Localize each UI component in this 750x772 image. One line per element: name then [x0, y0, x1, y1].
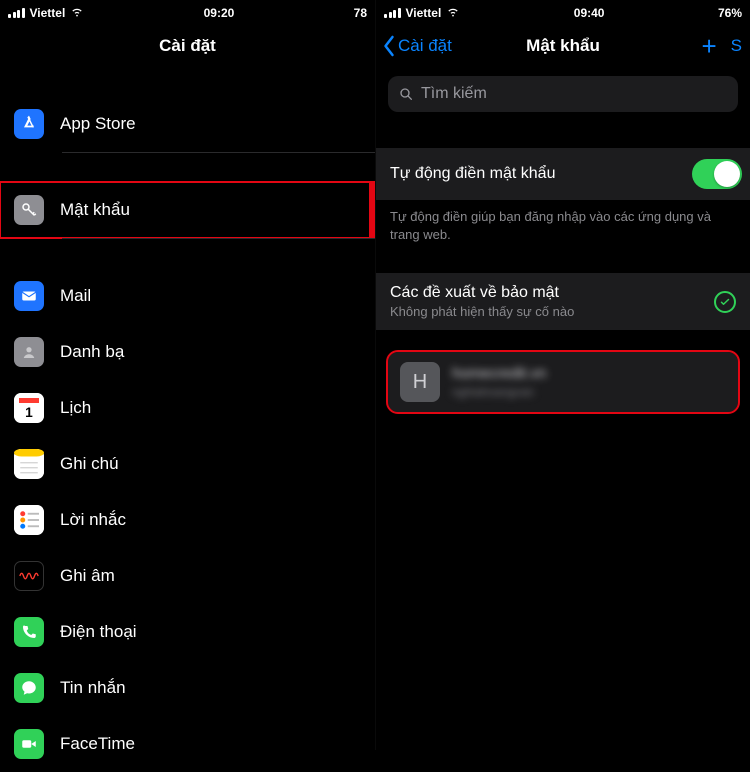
settings-row-calendar[interactable]: 1 Lịch	[0, 380, 375, 436]
wifi-icon	[446, 4, 460, 21]
status-bar: Viettel 09:40 76%	[376, 0, 750, 22]
status-time: 09:20	[84, 6, 353, 20]
autofill-footer: Tự động điền giúp bạn đăng nhập vào các …	[376, 200, 750, 243]
status-battery: 78	[354, 6, 367, 20]
entry-site: homecredit.vn	[452, 365, 546, 382]
row-label: Mật khẩu	[60, 200, 130, 220]
status-bar: Viettel 09:20 78	[0, 0, 375, 22]
page-title: Mật khẩu	[526, 36, 600, 56]
navbar: Cài đặt Mật khẩu + S	[376, 22, 750, 70]
row-label: Lịch	[60, 398, 91, 418]
autofill-label: Tự động điền mật khẩu	[390, 165, 692, 183]
signal-icon	[384, 8, 401, 18]
search-placeholder: Tìm kiếm	[421, 85, 487, 103]
settings-root-screen: Viettel 09:20 78 Cài đặt App Store Mật kh…	[0, 0, 375, 750]
carrier-label: Viettel	[406, 6, 442, 20]
status-time: 09:40	[460, 6, 718, 20]
row-label: Ghi âm	[60, 566, 115, 586]
mail-icon	[14, 281, 44, 311]
back-label: Cài đặt	[398, 36, 452, 56]
calendar-icon: 1	[14, 393, 44, 423]
recommend-title: Các đề xuất về bảo mật	[390, 284, 714, 302]
messages-icon	[14, 673, 44, 703]
settings-row-contacts[interactable]: Danh bạ	[0, 324, 375, 380]
autofill-section: Tự động điền mật khẩu	[376, 148, 750, 200]
entry-user: nghiahoangvan	[452, 385, 546, 399]
carrier-label: Viettel	[30, 6, 66, 20]
row-label: Điện thoại	[60, 622, 137, 642]
svg-text:1: 1	[25, 405, 33, 420]
settings-row-passwords[interactable]: Mật khẩu	[0, 182, 375, 238]
add-button[interactable]: +	[701, 33, 716, 59]
status-battery: 76%	[718, 6, 742, 20]
appstore-icon	[14, 109, 44, 139]
phone-icon	[14, 617, 44, 647]
checkmark-icon	[714, 291, 736, 313]
signal-icon	[8, 8, 25, 18]
row-label: Ghi chú	[60, 454, 119, 474]
settings-row-notes[interactable]: Ghi chú	[0, 436, 375, 492]
voicememo-icon	[14, 561, 44, 591]
row-label: Tin nhắn	[60, 678, 126, 698]
settings-row-mail[interactable]: Mail	[0, 268, 375, 324]
row-label: App Store	[60, 114, 136, 134]
search-input[interactable]: Tìm kiếm	[388, 76, 738, 112]
settings-row-voicememos[interactable]: Ghi âm	[0, 548, 375, 604]
edit-button[interactable]: S	[731, 36, 742, 56]
passwords-screen: Viettel 09:40 76% Cài đặt Mật khẩu + S T…	[375, 0, 750, 750]
page-title: Cài đặt	[159, 36, 216, 56]
settings-row-messages[interactable]: Tin nhắn	[0, 660, 375, 716]
settings-row-appstore[interactable]: App Store	[0, 96, 375, 152]
notes-icon	[14, 449, 44, 479]
search-icon	[398, 86, 414, 102]
settings-row-facetime[interactable]: FaceTime	[0, 716, 375, 772]
settings-row-reminders[interactable]: Lời nhắc	[0, 492, 375, 548]
entry-avatar: H	[400, 362, 440, 402]
settings-row-phone[interactable]: Điện thoại	[0, 604, 375, 660]
navbar: Cài đặt	[0, 22, 375, 70]
autofill-toggle-row[interactable]: Tự động điền mật khẩu	[376, 148, 750, 200]
contacts-icon	[14, 337, 44, 367]
security-recommendations-row[interactable]: Các đề xuất về bảo mật Không phát hiện t…	[376, 273, 750, 330]
row-label: Mail	[60, 286, 91, 306]
recommend-subtitle: Không phát hiện thấy sự cố nào	[390, 304, 714, 319]
back-button[interactable]: Cài đặt	[382, 35, 452, 57]
settings-list: App Store Mật khẩu Mail Danh bạ 1 Lịch Ghi chú…	[0, 96, 375, 772]
row-label: FaceTime	[60, 734, 135, 754]
row-label: Danh bạ	[60, 342, 124, 362]
key-icon	[14, 195, 44, 225]
facetime-icon	[14, 729, 44, 759]
toggle-switch[interactable]	[692, 159, 742, 189]
row-label: Lời nhắc	[60, 510, 126, 530]
wifi-icon	[70, 4, 84, 21]
reminders-icon	[14, 505, 44, 535]
password-entry[interactable]: H homecredit.vn nghiahoangvan	[388, 352, 738, 412]
